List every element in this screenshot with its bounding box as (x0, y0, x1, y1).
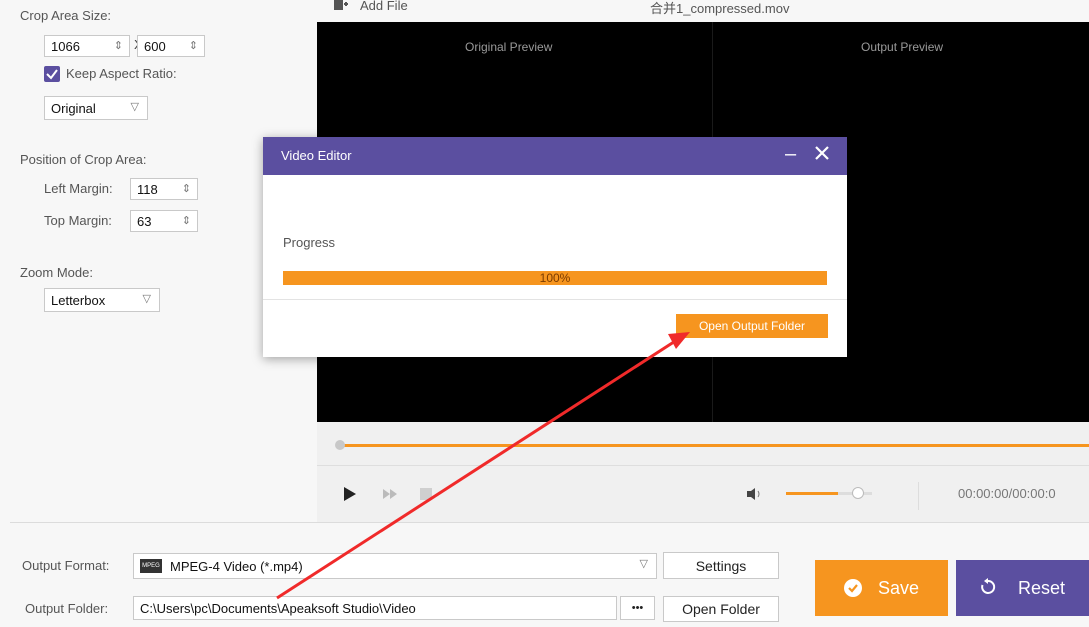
annotation-arrow (276, 332, 690, 600)
